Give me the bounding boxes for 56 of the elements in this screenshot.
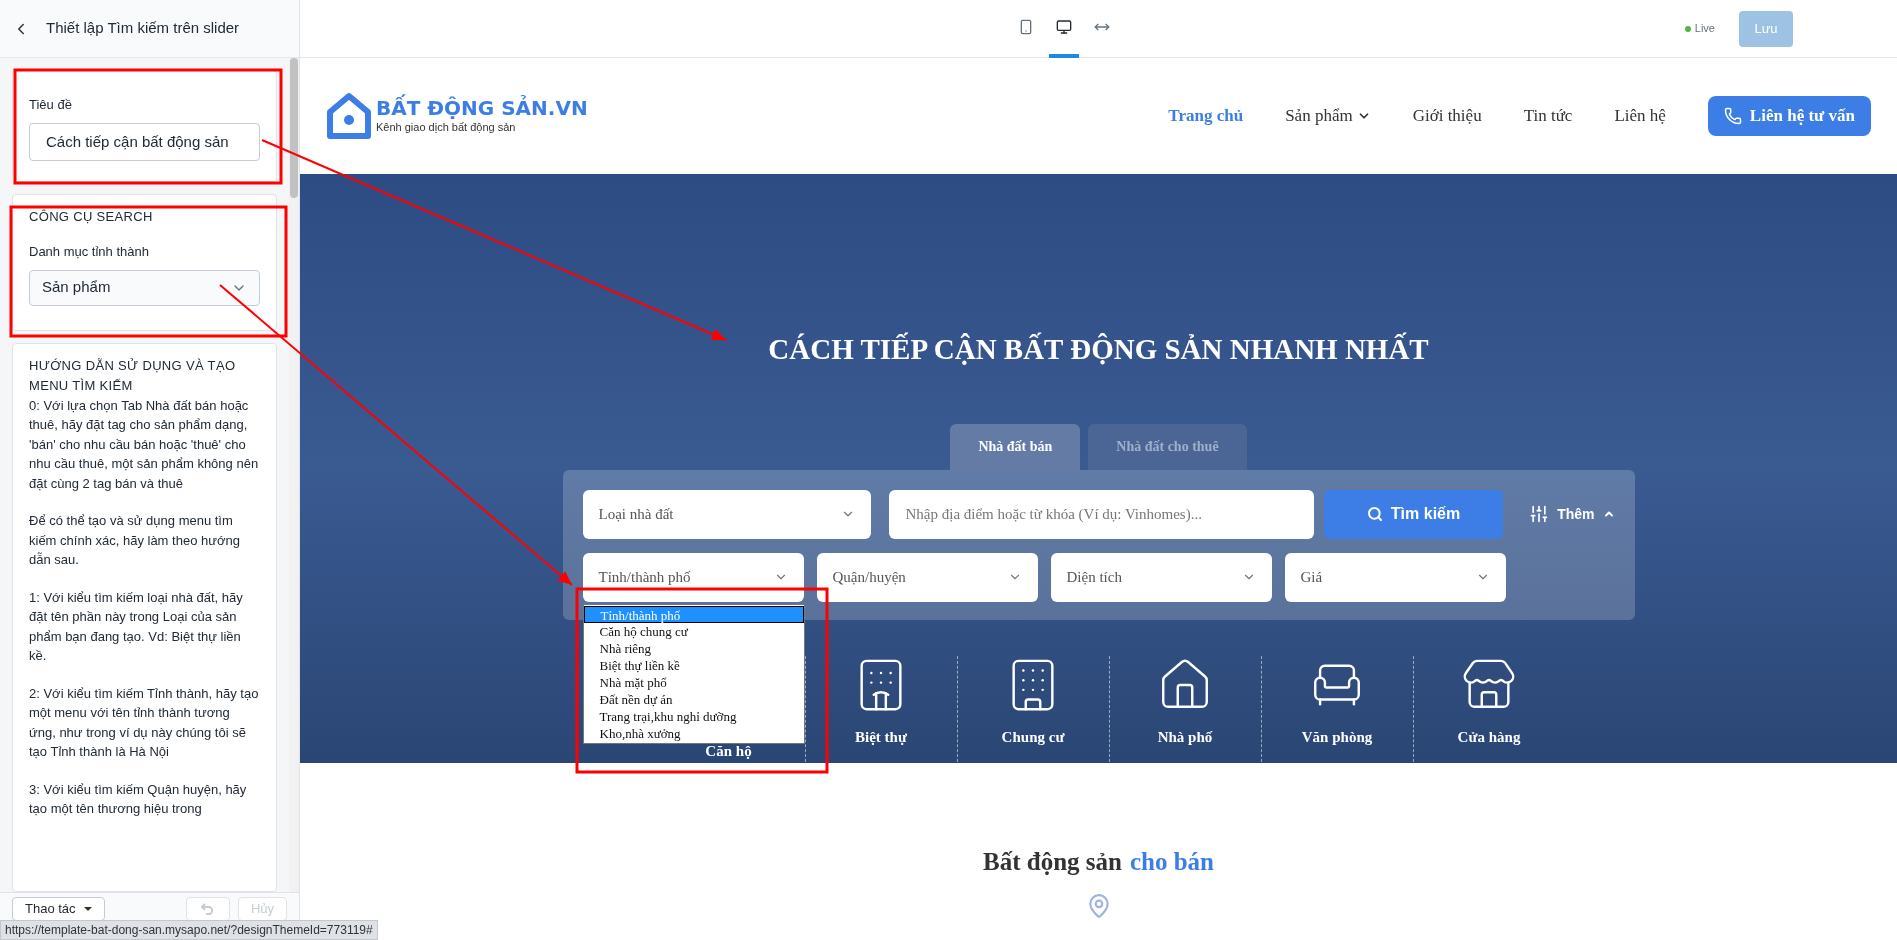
phone-icon bbox=[1723, 107, 1742, 125]
category-label[interactable]: Cửa hàng bbox=[1457, 725, 1521, 748]
search-icon bbox=[1366, 506, 1383, 522]
category-label[interactable]: Biệt thự bbox=[855, 725, 907, 748]
guide-paragraph: 0: Với lựa chọn Tab Nhà đất bán hoặc thuê, hãy đặt tag cho sản phẩm dạng, 'bán' cho nhu cầu bán hoặc 'thuê' cho nhu cầu thuê, một sản phẩm không nên đặt cùng 2 tag bán và thuê bbox=[29, 396, 260, 493]
live-label: Live bbox=[1694, 21, 1715, 37]
dropdown-option[interactable]: Biệt thự liền kề bbox=[583, 656, 804, 674]
contact-button[interactable]: Liên hệ tư vấn bbox=[1707, 96, 1871, 136]
guide-paragraph: 2: Với kiểu tìm kiếm Tỉnh thành, hãy tạo một menu với tên tỉnh thành tương ứng, như trong ví dụ này chúng tôi sẽ tạo Tỉnh thành là Hà Nội bbox=[29, 684, 260, 761]
sliders-icon bbox=[1529, 504, 1550, 524]
guide-heading: HƯỚNG DẪN SỬ DỤNG VÀ TẠO MENU TÌM KIẾM bbox=[29, 356, 237, 395]
property-type-select[interactable]: Loại nhà đất bbox=[582, 489, 872, 539]
house-logo-icon bbox=[326, 92, 372, 140]
filter-select[interactable]: Diện tích bbox=[1050, 552, 1272, 602]
dropdown-option[interactable]: Nhà riêng bbox=[583, 639, 804, 657]
field-label: Tiêu đề bbox=[29, 96, 73, 114]
nav-link[interactable]: Trang chủ bbox=[1168, 103, 1244, 129]
section-title: Bất động sản bbox=[983, 847, 1122, 877]
keyword-input-field[interactable]: Nhập địa điểm hoặc từ khóa (Ví dụ: Vinhomes)... bbox=[889, 489, 1314, 539]
dropdown-option[interactable]: Căn hộ chung cư bbox=[583, 622, 804, 640]
guide-paragraph: 1: Với kiểu tìm kiếm loại nhà đất, hãy đặt tên phần này trong Loại của sản phẩm bạn đang tạo. Vd: Biệt thự liền kề. bbox=[29, 588, 244, 665]
listing-tab[interactable]: Nhà đất bán bbox=[950, 423, 1081, 470]
caret-icon bbox=[83, 907, 92, 911]
nav-link[interactable]: Giới thiệu bbox=[1412, 103, 1482, 129]
logo-tagline: Kênh giao dịch bất động sản bbox=[376, 119, 517, 135]
nav-link[interactable]: Tin tức bbox=[1523, 103, 1573, 129]
logo-name: BẤT ĐỘNG SẢN.VN bbox=[376, 96, 588, 119]
search-button[interactable]: Tìm kiếm bbox=[1323, 489, 1504, 539]
filter-select[interactable]: Quận/huyện bbox=[816, 552, 1038, 602]
section-heading: CÔNG CỤ SEARCH bbox=[29, 207, 154, 226]
dropdown-option[interactable]: Đất nền dự án bbox=[583, 690, 804, 708]
actions-button[interactable]: Thao tác bbox=[12, 897, 105, 921]
nav-link[interactable]: Liên hệ bbox=[1614, 103, 1666, 129]
status-bar-url: https://template-bat-dong-san.mysapo.net/?designThemeId=773119# bbox=[0, 920, 378, 940]
undo-icon bbox=[200, 903, 215, 915]
scrollbar-drawing[interactable] bbox=[289, 58, 299, 892]
category-label[interactable]: Văn phòng bbox=[1301, 725, 1373, 748]
dropdown-option[interactable]: Nhà mặt phố bbox=[583, 673, 804, 691]
dropdown-option[interactable]: Trang trại,khu nghỉ dưỡng bbox=[583, 707, 804, 725]
section-title-highlight: cho bán bbox=[1129, 847, 1214, 877]
more-filters-button[interactable]: Thêm bbox=[1529, 503, 1615, 525]
category-label[interactable]: Nhà phố bbox=[1157, 725, 1213, 748]
panel-title: Thiết lập Tìm kiếm trên slider bbox=[46, 18, 240, 39]
category-label[interactable]: Căn hộ bbox=[705, 739, 752, 762]
nav-link[interactable]: Sản phẩm bbox=[1285, 103, 1371, 129]
filter-select[interactable]: Tỉnh/thành phố bbox=[582, 552, 804, 602]
category-select[interactable]: Sản phẩm bbox=[29, 269, 260, 306]
filter-select[interactable]: Giá bbox=[1284, 552, 1506, 602]
title-input-field[interactable]: Cách tiếp cận bất động sản bbox=[29, 122, 260, 161]
dropdown-option[interactable]: Kho,nhà xưởng bbox=[583, 724, 804, 742]
category-label[interactable]: Chung cư bbox=[1001, 725, 1065, 748]
guide-paragraph: 3: Với kiểu tìm kiếm Quận huyện, hãy tạo một tên thương hiệu trong bbox=[29, 780, 248, 818]
hero-title: CÁCH TIẾP CẬN BẤT ĐỘNG SẢN NHANH NHẤT bbox=[768, 331, 1429, 367]
guide-paragraph: Để có thể tạo và sử dụng menu tìm kiếm chính xác, hãy làm theo hướng dẫn sau. bbox=[29, 512, 241, 569]
desktop-device-icon bbox=[1056, 18, 1073, 35]
field-label: Danh mục tỉnh thành bbox=[29, 243, 150, 261]
